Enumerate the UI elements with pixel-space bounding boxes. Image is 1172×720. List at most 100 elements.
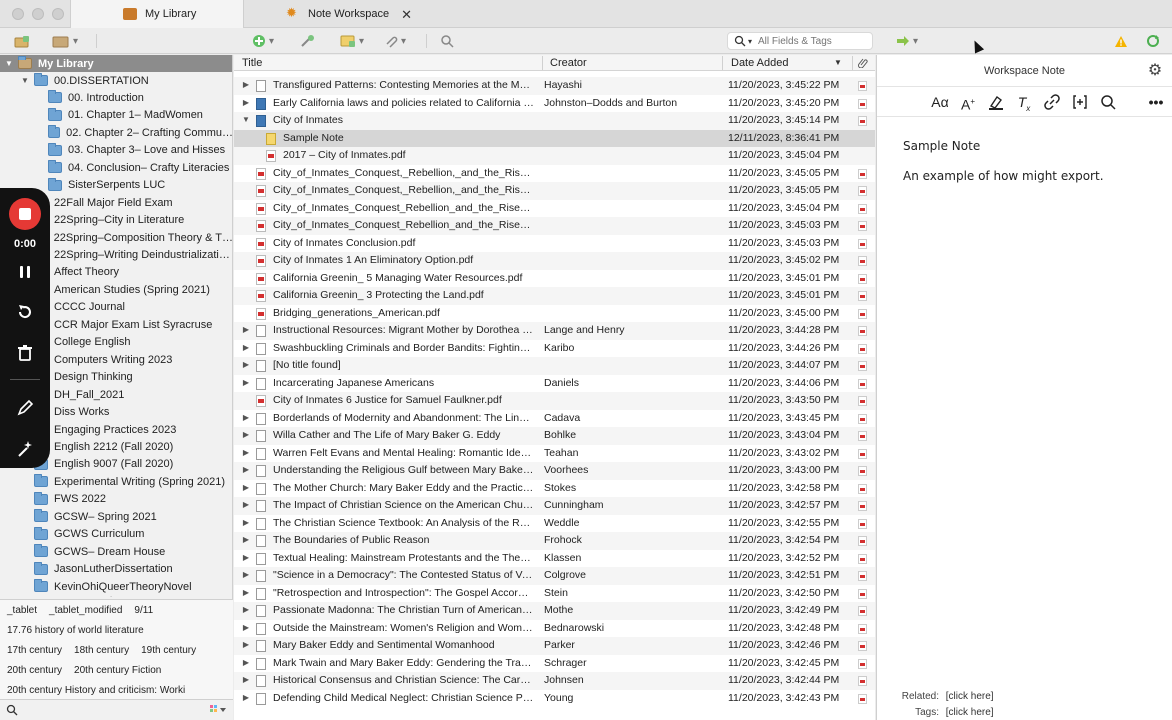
subcollection-item[interactable]: 02. Chapter 2– Crafting Commu… (0, 124, 232, 141)
pdf-attachment-icon[interactable] (858, 676, 867, 686)
collection-item[interactable]: Experimental Writing (Spring 2021) (0, 473, 232, 490)
pdf-attachment-icon[interactable] (858, 343, 867, 354)
expand-icon[interactable]: ▶ (241, 640, 251, 649)
expand-icon[interactable]: ▶ (241, 658, 251, 667)
pdf-attachment-icon[interactable] (858, 238, 867, 249)
table-row[interactable]: City_of_Inmates_Conquest_Rebellion_and_t… (234, 217, 875, 235)
pdf-attachment-icon[interactable] (858, 396, 867, 406)
pdf-attachment-icon[interactable] (858, 256, 867, 266)
expand-icon[interactable]: ▶ (241, 378, 251, 387)
tag-filter-input[interactable] (22, 703, 202, 717)
pdf-attachment-icon[interactable] (858, 501, 867, 511)
table-row[interactable]: California Greenin_ 3 Protecting the Lan… (234, 287, 875, 305)
collapse-icon[interactable]: ▼ (241, 115, 251, 124)
pdf-attachment-icon[interactable] (858, 448, 867, 459)
table-row[interactable]: ▶ Instructional Resources: Migrant Mother… (234, 322, 875, 340)
tag-actions-button[interactable] (210, 704, 226, 716)
pdf-attachment-icon[interactable] (858, 378, 867, 389)
collection-item[interactable]: FWS 2022 (0, 491, 232, 508)
effects-icon[interactable] (15, 439, 35, 459)
collection-item[interactable]: JasonLutherDissertation (0, 561, 232, 578)
tag[interactable]: 9/11 (134, 605, 153, 616)
pdf-attachment-icon[interactable] (858, 606, 867, 616)
note-paragraph[interactable]: An example of how might export. (903, 169, 1163, 183)
sort-descending-icon[interactable]: ▼ (834, 56, 842, 70)
table-row[interactable]: ▶ Passionate Madonna: The Christian Turn … (234, 602, 875, 620)
pdf-attachment-icon[interactable] (858, 466, 867, 476)
link-icon[interactable] (1043, 93, 1061, 111)
expand-icon[interactable]: ▶ (241, 675, 251, 684)
gear-icon[interactable]: ⚙ (1146, 62, 1164, 80)
tag[interactable]: 17th century (7, 645, 62, 656)
expand-icon[interactable]: ▶ (241, 588, 251, 597)
subcollection-item[interactable]: 04. Conclusion– Crafty Literacies (0, 159, 232, 176)
table-row[interactable]: ▶ The Mother Church: Mary Baker Eddy and … (234, 480, 875, 498)
expand-icon[interactable]: ▶ (241, 605, 251, 614)
search-input[interactable] (758, 35, 869, 47)
table-row[interactable]: ▶ [No title found] 11/20/2023, 3:44:07 PM (234, 357, 875, 375)
expand-icon[interactable]: ▶ (241, 98, 251, 107)
tab-note-workspace[interactable]: ✹ Note Workspace ✕ (244, 0, 420, 28)
clear-formatting-icon[interactable]: Tx (1015, 93, 1033, 113)
expand-icon[interactable]: ▶ (241, 80, 251, 89)
new-library-button[interactable]: ▾ (52, 33, 78, 49)
sync-button[interactable] (1146, 33, 1160, 49)
related-link[interactable]: [click here] (946, 691, 994, 702)
pdf-attachment-icon[interactable] (858, 571, 867, 581)
collapse-icon[interactable]: ▼ (4, 59, 14, 68)
collection-item[interactable]: GCSW– Spring 2021 (0, 508, 232, 525)
tag[interactable]: 20th century History and criticism: Work… (7, 685, 185, 696)
highlight-icon[interactable] (987, 93, 1005, 111)
table-row[interactable]: 2017 – City of Inmates.pdf 11/20/2023, 3:… (234, 147, 875, 165)
expand-icon[interactable]: ▶ (241, 500, 251, 509)
table-row[interactable]: ▶ Defending Child Medical Neglect: Christ… (234, 690, 875, 708)
expand-icon[interactable]: ▶ (241, 343, 251, 352)
pdf-attachment-icon[interactable] (858, 518, 867, 529)
find-icon[interactable] (1099, 93, 1117, 111)
column-title[interactable]: Title (242, 56, 262, 70)
column-divider[interactable] (852, 56, 853, 70)
expand-icon[interactable]: ▶ (241, 483, 251, 492)
collapse-icon[interactable]: ▼ (20, 76, 30, 85)
insert-citation-icon[interactable] (1071, 93, 1089, 111)
restart-icon[interactable] (15, 302, 35, 322)
expand-icon[interactable]: ▶ (241, 693, 251, 702)
collection-item[interactable]: GCWS– Dream House (0, 543, 232, 560)
table-row[interactable]: City of Inmates 6 Justice for Samuel Fau… (234, 392, 875, 410)
pdf-attachment-icon[interactable] (858, 483, 867, 494)
tag[interactable]: 17.76 history of world literature (7, 625, 144, 636)
expand-icon[interactable]: ▶ (241, 448, 251, 457)
table-row[interactable]: ▶ Willa Cather and The Life of Mary Baker… (234, 427, 875, 445)
close-window-button[interactable] (12, 8, 24, 20)
note-editor[interactable]: Sample Note An example of how might expo… (903, 139, 1163, 183)
collection-item[interactable]: KevinOhiQueerTheoryNovel (0, 578, 232, 595)
expand-icon[interactable]: ▶ (241, 413, 251, 422)
expand-icon[interactable]: ▶ (241, 430, 251, 439)
pdf-attachment-icon[interactable] (858, 168, 867, 179)
tag[interactable]: 20th century Fiction (74, 665, 161, 676)
pdf-attachment-icon[interactable] (858, 553, 867, 564)
column-date-added[interactable]: Date Added (731, 56, 789, 70)
expand-icon[interactable]: ▶ (241, 553, 251, 562)
pdf-attachment-icon[interactable] (858, 413, 867, 424)
table-row[interactable]: ▶ Outside the Mainstream: Women's Religio… (234, 620, 875, 638)
tag[interactable]: _tablet_modified (49, 605, 122, 616)
table-row[interactable]: ▶ "Science in a Democracy": The Contested… (234, 567, 875, 585)
minimize-window-button[interactable] (32, 8, 44, 20)
pdf-attachment-icon[interactable] (858, 431, 867, 441)
table-row[interactable]: ▶ "Retrospection and Introspection": The … (234, 585, 875, 603)
text-color-icon[interactable]: A+ (959, 93, 977, 113)
pdf-attachment-icon[interactable] (858, 98, 867, 109)
expand-icon[interactable]: ▶ (241, 570, 251, 579)
pdf-attachment-icon[interactable] (858, 658, 867, 669)
new-note-button[interactable]: ▾ (340, 33, 364, 49)
column-attachments[interactable] (858, 56, 868, 70)
table-row[interactable]: ▶ Mary Baker Eddy and Sentimental Womanho… (234, 637, 875, 655)
pdf-attachment-icon[interactable] (858, 588, 867, 599)
expand-icon[interactable]: ▶ (241, 518, 251, 527)
new-item-button[interactable]: ▾ (252, 33, 274, 49)
column-creator[interactable]: Creator (550, 56, 587, 70)
table-row[interactable]: City_of_Inmates_Conquest_Rebellion_and_t… (234, 200, 875, 218)
table-row[interactable]: ▶ The Christian Science Textbook: An Anal… (234, 515, 875, 533)
table-row[interactable]: City of Inmates Conclusion.pdf 11/20/2023… (234, 235, 875, 253)
